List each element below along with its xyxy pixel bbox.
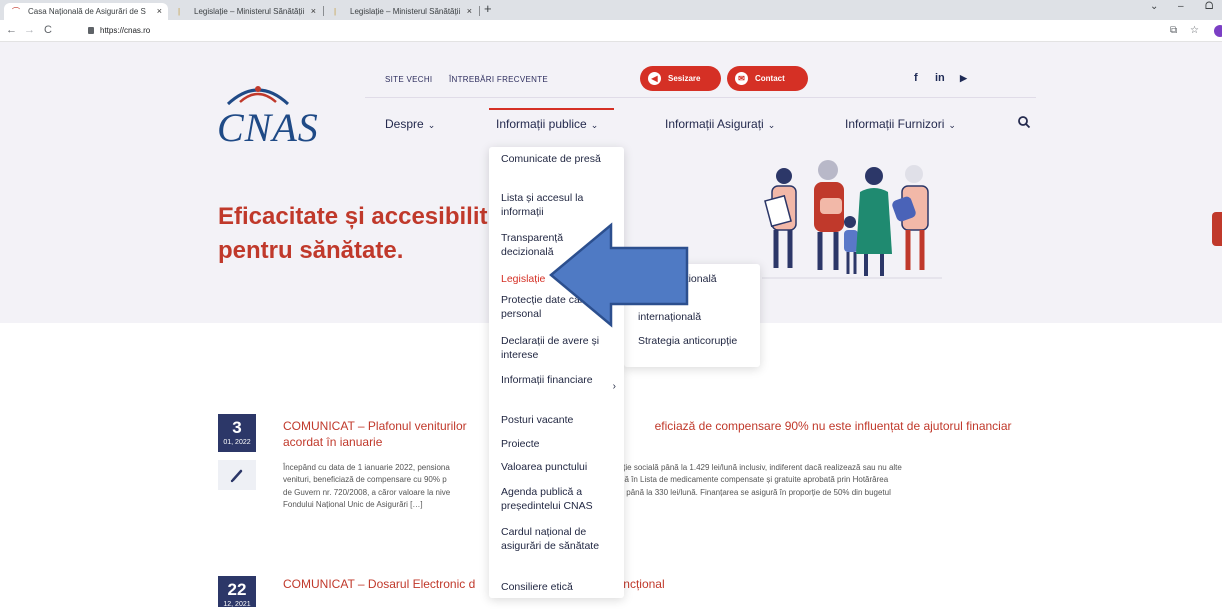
news-day: 22 [227,580,247,599]
facebook-icon[interactable]: f [914,72,918,84]
news-title-part: COMUNICAT – Dosarul Electronic d [283,577,476,591]
side-accessibility-tab[interactable] [1212,212,1222,246]
excerpt-text: de Guvern nr. 720/2008, a căror valoare … [283,487,451,497]
dropdown-item-declaratii[interactable]: Declarații de avere și interese [501,334,611,362]
maximize-button[interactable]: ᗝ [1205,1,1213,12]
news-day: 3 [232,418,242,437]
close-tab-icon[interactable]: × [467,3,472,20]
dropdown-item-comunicate[interactable]: Comunicate de presă [501,152,611,166]
tab-title: Legislație – Ministerul Sănătății [194,7,305,16]
dropdown-item-cardul-national[interactable]: Cardul național de asigurări de sănătate [501,525,611,553]
excerpt-text: Fondului Național Unic de Asigurări […] [283,499,423,509]
news-date-badge: 22 12, 2021 [218,576,256,608]
old-site-link[interactable]: SITE VECHI [385,75,432,84]
dropdown-item-label: Informații financiare [501,374,593,386]
menu-label: Informații Asigurați [665,117,764,131]
news-month-year: 12, 2021 [223,601,251,608]
menu-informatii-asigurati[interactable]: Informații Asigurați ⌄ [665,117,775,131]
bookmark-star-icon[interactable]: ☆ [1190,25,1199,36]
contact-label: Contact [755,74,785,83]
submenu-legislatie-nationala[interactable]: națională [674,272,784,286]
share-icon[interactable]: ⧉ [1170,25,1177,36]
reload-icon[interactable]: C [44,24,52,36]
cnas-logo-text[interactable]: CNAS [217,104,319,151]
linkedin-icon[interactable]: in [935,72,945,84]
tab-title: Casa Națională de Asigurări de S [28,7,146,16]
dropdown-item-valoarea-punctului[interactable]: Valoarea punctului [501,460,611,474]
close-tab-icon[interactable]: × [311,3,316,20]
news-title-link[interactable]: COMUNICAT – Plafonul veniturilor eficiază… [283,418,1012,450]
excerpt-text: mnizație socială până la 1.429 lei/lună … [601,463,902,472]
browser-tab-legislatie-2[interactable]: | Legislație – Ministerul Sănătății × [326,3,478,20]
news-title-part: acordat în ianuarie [283,435,383,449]
header-divider [365,97,1036,98]
new-tab-button[interactable]: + [484,1,492,16]
news-title-part: eficiază de compensare 90% nu este influ… [654,419,1012,433]
browser-tab-legislatie-1[interactable]: | Legislație – Ministerul Sănătății × [170,3,322,20]
informatii-publice-dropdown: Comunicate de presă Lista și accesul la … [489,147,624,598]
menu-label: Informații Furnizori [845,117,945,131]
tab-divider [479,6,480,16]
contact-button[interactable]: ✉ Contact [727,66,808,91]
menu-label: Informații publice [496,117,587,131]
news-type-badge [218,460,256,490]
excerpt-text: Începând cu data de 1 ianuarie 2022, pen… [283,463,450,472]
submenu-strategia-anticoruptie[interactable]: Strategia anticorupție [638,334,748,348]
cnas-favicon-icon: ⌒ [12,7,20,16]
close-tab-icon[interactable]: × [157,3,162,20]
ministry-favicon-icon: | [178,7,181,16]
faq-link[interactable]: ÎNTREBĂRI FRECVENTE [449,75,548,84]
hero-title: Eficacitate și accesibilit pentru sănăta… [218,200,488,268]
megaphone-icon: ◀ [648,72,661,85]
minimize-button[interactable]: – [1178,1,1184,12]
menu-informatii-furnizori[interactable]: Informații Furnizori ⌄ [845,117,956,131]
tab-title: Legislație – Ministerul Sănătății [350,7,461,16]
family-illustration [762,160,942,279]
news-date-badge: 3 01, 2022 [218,414,256,452]
dropdown-item-agenda-publica[interactable]: Agenda publică a președintelui CNAS [501,485,611,513]
news-month-year: 01, 2022 [223,439,251,446]
envelope-icon: ✉ [735,72,748,85]
search-icon[interactable] [1017,115,1031,129]
pen-icon [230,469,243,483]
dropdown-item-lista-acces[interactable]: Lista și accesul la informații [501,191,611,219]
url-field[interactable]: https://cnas.ro [88,24,150,37]
tab-divider [323,6,324,16]
address-bar: ← → C https://cnas.ro ⧉ ☆ [0,20,1222,42]
hero-title-line-2: pentru sănătate. [218,237,404,264]
chevron-down-icon: ⌄ [767,120,776,130]
tab-search-icon[interactable]: ⌄ [1150,1,1158,12]
annotation-arrow-icon [549,222,689,328]
ministry-favicon-icon: | [334,7,337,16]
url-text: https://cnas.ro [100,26,151,35]
forward-arrow-icon[interactable]: → [24,24,35,36]
excerpt-text: ripție este de până la 330 lei/lună. Fin… [578,487,891,497]
browser-tab-bar: ⌒ Casa Națională de Asigurări de S × | L… [0,0,1222,20]
hero-title-line-1: Eficacitate și accesibilit [218,203,488,230]
menu-informatii-publice[interactable]: Informații publice ⌄ [496,117,598,131]
dropdown-item-consiliere-etica[interactable]: Consiliere etică [501,580,611,594]
sesizare-label: Sesizare [668,74,701,83]
chevron-down-icon: ⌄ [948,120,956,130]
news-title-part: COMUNICAT – Plafonul veniturilor [283,419,467,433]
dropdown-item-informatii-financiare[interactable]: Informații financiare › [501,373,616,392]
menu-despre[interactable]: Despre ⌄ [385,117,435,131]
chevron-down-icon: ⌄ [427,120,436,130]
sesizare-button[interactable]: ◀ Sesizare [640,66,721,91]
active-menu-indicator [489,108,614,110]
excerpt-text: venituri, beneficiază de compensare cu 9… [283,475,447,485]
chevron-right-icon: › [612,381,616,392]
news-excerpt: Începând cu data de 1 ianuarie 2022, pen… [283,462,1035,511]
chevron-down-icon: ⌄ [590,120,599,130]
dropdown-item-proiecte[interactable]: Proiecte [501,437,611,451]
menu-label: Despre [385,117,424,131]
lock-icon [88,27,94,34]
youtube-icon[interactable]: ▶ [960,73,967,84]
profile-avatar[interactable] [1214,25,1222,37]
browser-tab-cnas[interactable]: ⌒ Casa Națională de Asigurări de S × [4,3,168,20]
back-arrow-icon[interactable]: ← [6,24,17,36]
dropdown-item-posturi[interactable]: Posturi vacante [501,413,611,427]
